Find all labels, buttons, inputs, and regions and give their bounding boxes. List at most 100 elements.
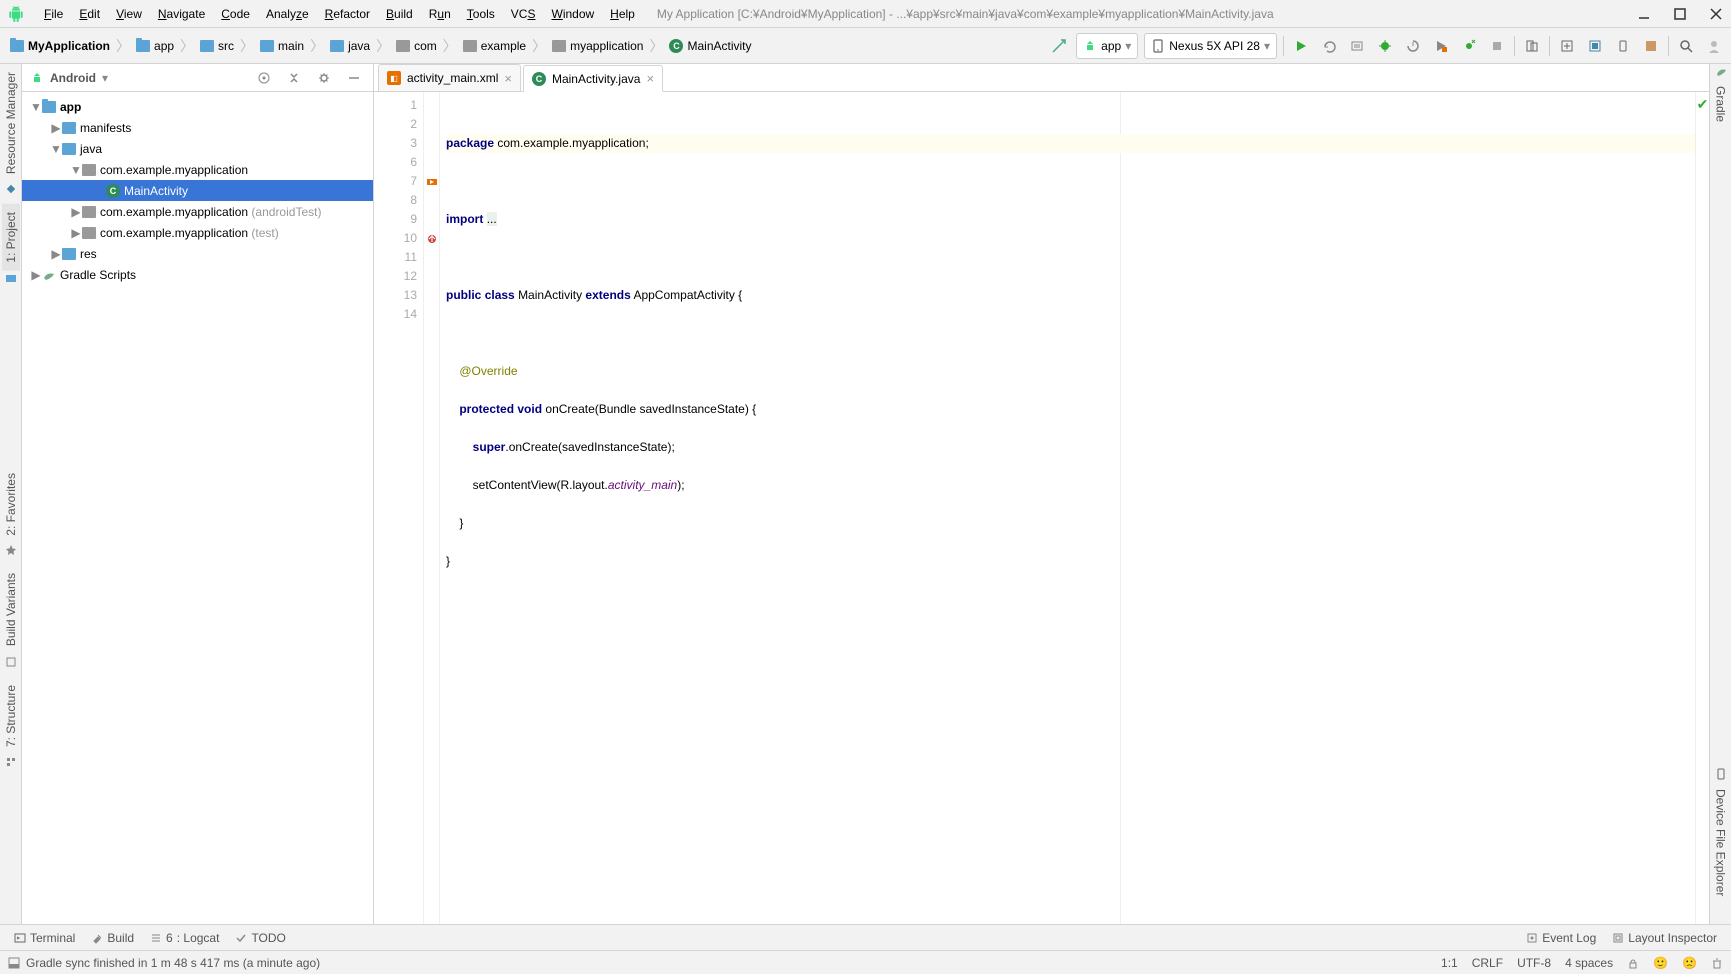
menu-run[interactable]: Run — [421, 7, 459, 21]
gear-icon[interactable] — [313, 67, 335, 89]
sad-icon[interactable]: 🙁 — [1682, 956, 1697, 970]
diamond-icon[interactable] — [4, 182, 18, 196]
layout-validation-icon[interactable] — [1584, 35, 1606, 57]
tree-main-activity[interactable]: CMainActivity — [22, 180, 373, 201]
debug-button[interactable] — [1374, 35, 1396, 57]
gradle-icon[interactable] — [1714, 64, 1728, 78]
crumb-main[interactable]: main — [256, 37, 308, 55]
stop-button[interactable] — [1486, 35, 1508, 57]
project-tree[interactable]: ▼app ▶manifests ▼java ▼com.example.myapp… — [22, 92, 373, 924]
phone-icon[interactable] — [1714, 767, 1728, 781]
indent[interactable]: 4 spaces — [1565, 956, 1613, 970]
menu-view[interactable]: View — [108, 7, 150, 21]
tree-res[interactable]: ▶res — [22, 243, 373, 264]
menu-file[interactable]: File — [36, 7, 71, 21]
star-icon[interactable] — [4, 543, 18, 557]
crumb-example[interactable]: example — [459, 37, 530, 55]
tab-favorites[interactable]: 2: Favorites — [2, 465, 20, 544]
coverage-icon[interactable] — [1430, 35, 1452, 57]
encoding[interactable]: UTF-8 — [1517, 956, 1551, 970]
menu-refactor[interactable]: Refactor — [317, 7, 378, 21]
user-icon[interactable] — [1703, 35, 1725, 57]
tree-app[interactable]: ▼app — [22, 96, 373, 117]
tab-activity-main[interactable]: ◧activity_main.xml× — [378, 64, 521, 91]
tab-project[interactable]: 1: Project — [2, 204, 20, 271]
tab-gradle[interactable]: Gradle — [1712, 78, 1730, 130]
panel-header: Android ▾ — [22, 64, 373, 92]
menu-tools[interactable]: Tools — [459, 7, 503, 21]
menu-navigate[interactable]: Navigate — [150, 7, 213, 21]
close-button[interactable] — [1709, 7, 1723, 21]
menu-analyze[interactable]: Analyze — [258, 7, 317, 21]
class-icon: C — [532, 72, 546, 86]
tab-terminal[interactable]: Terminal — [6, 931, 83, 945]
editor-tabs: ◧activity_main.xml× CMainActivity.java× — [374, 64, 1709, 92]
close-icon[interactable]: × — [646, 71, 654, 86]
apply-code-icon[interactable] — [1346, 35, 1368, 57]
tab-device-explorer[interactable]: Device File Explorer — [1712, 781, 1730, 904]
tab-resource-manager[interactable]: Resource Manager — [2, 64, 20, 182]
smiley-icon[interactable]: 🙂 — [1653, 956, 1668, 970]
attach-debugger-icon[interactable] — [1458, 35, 1480, 57]
close-icon[interactable]: × — [504, 71, 512, 86]
crumb-com[interactable]: com — [392, 37, 441, 55]
tab-event-log[interactable]: Event Log — [1518, 931, 1604, 945]
menu-build[interactable]: Build — [378, 7, 421, 21]
crumb-myapplication[interactable]: myapplication — [548, 37, 647, 55]
phone-icon — [1151, 39, 1165, 53]
tab-todo[interactable]: TODO — [227, 931, 293, 945]
collapse-icon[interactable] — [283, 67, 305, 89]
override-marker-icon[interactable] — [426, 233, 438, 245]
tree-gradle[interactable]: ▶Gradle Scripts — [22, 264, 373, 285]
locate-icon[interactable] — [253, 67, 275, 89]
tab-build-variants[interactable]: Build Variants — [2, 565, 20, 654]
menu-code[interactable]: Code — [213, 7, 258, 21]
search-icon[interactable] — [1675, 35, 1697, 57]
structure-icon[interactable] — [4, 755, 18, 769]
profile-button[interactable] — [1402, 35, 1424, 57]
lock-icon[interactable] — [1627, 957, 1639, 969]
crumb-project[interactable]: MyApplication — [6, 37, 114, 55]
crumb-src[interactable]: src — [196, 37, 238, 55]
tree-pkg-androidtest[interactable]: ▶com.example.myapplication (androidTest) — [22, 201, 373, 222]
device-manager-icon[interactable] — [1612, 35, 1634, 57]
tab-structure[interactable]: 7: Structure — [2, 677, 20, 755]
hide-icon[interactable] — [343, 67, 365, 89]
run-button[interactable] — [1290, 35, 1312, 57]
editor-body[interactable]: 1 2 3 6 7 8 9 10 11 12 13 14 package com… — [374, 92, 1709, 924]
resource-manager-icon[interactable] — [1640, 35, 1662, 57]
folder-icon[interactable] — [4, 271, 18, 285]
apply-changes-icon[interactable] — [1318, 35, 1340, 57]
tab-logcat[interactable]: 6: Logcat — [142, 931, 227, 945]
minimize-button[interactable] — [1637, 7, 1651, 21]
crumb-java[interactable]: java — [326, 37, 374, 55]
menu-vcs[interactable]: VCS — [503, 7, 544, 21]
trash-icon[interactable] — [1711, 957, 1723, 969]
panel-title[interactable]: Android — [50, 71, 96, 85]
crumb-class[interactable]: CMainActivity — [665, 37, 755, 55]
run-marker-icon[interactable] — [426, 176, 438, 188]
run-config-dropdown[interactable]: app▾ — [1076, 33, 1138, 59]
error-stripe[interactable]: ✔ — [1695, 92, 1709, 924]
sdk-manager-icon[interactable] — [1556, 35, 1578, 57]
maximize-button[interactable] — [1673, 7, 1687, 21]
cursor-position[interactable]: 1:1 — [1441, 956, 1458, 970]
sync-icon[interactable] — [1048, 35, 1070, 57]
tree-java[interactable]: ▼java — [22, 138, 373, 159]
tree-manifests[interactable]: ▶manifests — [22, 117, 373, 138]
variants-icon[interactable] — [4, 655, 18, 669]
tree-pkg-test[interactable]: ▶com.example.myapplication (test) — [22, 222, 373, 243]
tab-layout-inspector[interactable]: Layout Inspector — [1604, 931, 1725, 945]
menu-help[interactable]: Help — [602, 7, 643, 21]
device-dropdown[interactable]: Nexus 5X API 28▾ — [1144, 33, 1277, 59]
tree-pkg-main[interactable]: ▼com.example.myapplication — [22, 159, 373, 180]
code-editor[interactable]: package com.example.myapplication; impor… — [440, 92, 1695, 924]
crumb-app[interactable]: app — [132, 37, 178, 55]
line-ending[interactable]: CRLF — [1472, 956, 1503, 970]
tab-build[interactable]: Build — [83, 931, 142, 945]
status-icon[interactable] — [8, 957, 20, 969]
menu-window[interactable]: Window — [543, 7, 602, 21]
tab-main-activity[interactable]: CMainActivity.java× — [523, 65, 663, 92]
avd-manager-icon[interactable] — [1521, 35, 1543, 57]
menu-edit[interactable]: Edit — [71, 7, 108, 21]
